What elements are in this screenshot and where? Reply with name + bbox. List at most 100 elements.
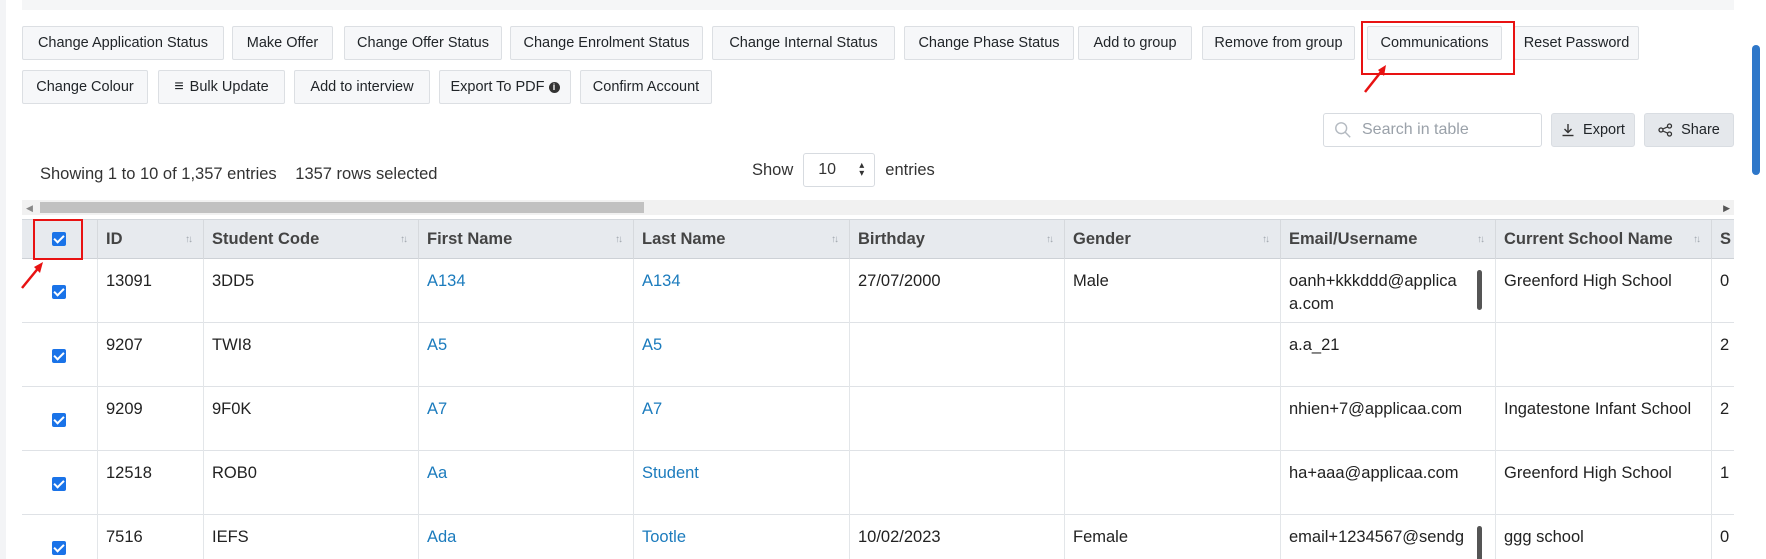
table-search[interactable] <box>1323 113 1542 147</box>
share-button[interactable]: Share <box>1644 113 1734 147</box>
header-next-column[interactable]: S <box>1712 220 1734 259</box>
header-student-code[interactable]: Student Code ↑↓ <box>204 220 419 259</box>
cell-last-name[interactable]: A5 <box>634 323 850 387</box>
cell-next-column: 0 <box>1712 259 1734 323</box>
export-to-pdf-button[interactable]: Export To PDF i <box>439 70 571 104</box>
header-gender[interactable]: Gender ↑↓ <box>1065 220 1281 259</box>
page-vertical-scrollbar[interactable] <box>1752 45 1760 175</box>
cell-id: 9209 <box>98 387 204 451</box>
change-colour-button[interactable]: Change Colour <box>22 70 148 104</box>
confirm-account-button[interactable]: Confirm Account <box>580 70 712 104</box>
download-icon <box>1562 124 1574 137</box>
table-row[interactable]: 9209 9F0K A7 A7 nhien+7@applicaa.com Ingatest… <box>22 387 1734 451</box>
export-button[interactable]: Export <box>1551 113 1635 147</box>
table-row[interactable]: 9207 TWI8 A5 A5 a.a_21 2 <box>22 323 1734 387</box>
remove-from-group-button[interactable]: Remove from group <box>1202 26 1355 60</box>
table-row[interactable]: 13091 3DD5 A134 A134 27/07/2000 Male oanh+kkkd… <box>22 259 1734 323</box>
cell-first-name[interactable]: A5 <box>419 323 634 387</box>
showing-entries-text: Showing 1 to 10 of 1,357 entries <box>40 165 277 183</box>
sort-icon: ↑↓ <box>185 234 193 245</box>
cell-next-column: 0 <box>1712 515 1734 559</box>
header-current-school[interactable]: Current School Name ↑↓ <box>1496 220 1712 259</box>
cell-email: a.a_21 <box>1281 323 1496 387</box>
cell-student-code: TWI8 <box>204 323 419 387</box>
select-all-arrow-icon <box>21 262 43 289</box>
cell-current-school: ggg school <box>1496 515 1712 559</box>
header-last-name[interactable]: Last Name ↑↓ <box>634 220 850 259</box>
cell-last-name[interactable]: Student <box>634 451 850 515</box>
top-panel-edge <box>22 0 1734 10</box>
cell-email: oanh+kkkddd@applicaa.com <box>1281 259 1496 323</box>
cell-current-school: Ingatestone Infant School <box>1496 387 1712 451</box>
reset-password-button[interactable]: Reset Password <box>1514 26 1639 60</box>
cell-first-name[interactable]: Aa <box>419 451 634 515</box>
show-label: Show <box>752 160 794 179</box>
sort-icon: ↑↓ <box>1262 234 1270 245</box>
header-label: Current School Name <box>1504 230 1673 248</box>
cell-gender <box>1065 387 1281 451</box>
row-checkbox[interactable] <box>52 349 66 363</box>
header-label: ID <box>106 230 123 248</box>
make-offer-button[interactable]: Make Offer <box>232 26 333 60</box>
add-to-group-button[interactable]: Add to group <box>1078 26 1192 60</box>
table-horizontal-scrollbar[interactable]: ◀ ▶ <box>22 200 1734 215</box>
change-enrolment-status-button[interactable]: Change Enrolment Status <box>510 26 703 60</box>
change-offer-status-button[interactable]: Change Offer Status <box>344 26 502 60</box>
cell-gender: Male <box>1065 259 1281 323</box>
cell-id: 13091 <box>98 259 204 323</box>
add-to-interview-button[interactable]: Add to interview <box>294 70 430 104</box>
change-internal-status-button[interactable]: Change Internal Status <box>712 26 895 60</box>
header-birthday[interactable]: Birthday ↑↓ <box>850 220 1065 259</box>
cell-first-name[interactable]: A134 <box>419 259 634 323</box>
cell-first-name[interactable]: A7 <box>419 387 634 451</box>
cell-scrollbar[interactable] <box>1477 526 1482 559</box>
change-phase-status-button[interactable]: Change Phase Status <box>904 26 1074 60</box>
cell-select <box>22 515 98 559</box>
header-label: S <box>1720 230 1732 248</box>
rows-selected-text: 1357 rows selected <box>295 165 438 183</box>
header-label: Gender <box>1073 230 1131 248</box>
cell-gender <box>1065 323 1281 387</box>
search-input[interactable] <box>1360 120 1534 140</box>
cell-last-name[interactable]: Tootle <box>634 515 850 559</box>
cell-email: ha+aaa@applicaa.com <box>1281 451 1496 515</box>
header-email[interactable]: Email/Username ↑↓ <box>1281 220 1496 259</box>
cell-student-code: ROB0 <box>204 451 419 515</box>
entries-label: entries <box>885 160 935 179</box>
header-label: Student Code <box>212 230 320 248</box>
row-checkbox[interactable] <box>52 413 66 427</box>
cell-birthday <box>850 387 1065 451</box>
cell-last-name[interactable]: A134 <box>634 259 850 323</box>
header-label: Last Name <box>642 230 726 248</box>
select-arrows-icon: ▴ ▾ <box>859 160 865 179</box>
row-checkbox[interactable] <box>52 285 66 299</box>
bulk-update-button[interactable]: ≡ Bulk Update <box>158 70 285 104</box>
row-checkbox[interactable] <box>52 541 66 555</box>
cell-current-school: Greenford High School <box>1496 451 1712 515</box>
share-icon <box>1658 123 1673 137</box>
scrollbar-thumb[interactable] <box>40 202 644 213</box>
scroll-right-arrow-icon[interactable]: ▶ <box>1723 203 1730 214</box>
cell-id: 9207 <box>98 323 204 387</box>
cell-student-code: 9F0K <box>204 387 419 451</box>
header-id[interactable]: ID ↑↓ <box>98 220 204 259</box>
export-label: Export <box>1583 122 1625 138</box>
cell-email: email+1234567@sendg <box>1281 515 1496 559</box>
table-row[interactable]: 12518 ROB0 Aa Student ha+aaa@applicaa.com Gre… <box>22 451 1734 515</box>
scroll-left-arrow-icon[interactable]: ◀ <box>26 203 33 214</box>
cell-next-column: 2 <box>1712 387 1734 451</box>
cell-email: nhien+7@applicaa.com <box>1281 387 1496 451</box>
cell-birthday <box>850 323 1065 387</box>
bulk-update-label: Bulk Update <box>189 79 269 95</box>
header-first-name[interactable]: First Name ↑↓ <box>419 220 634 259</box>
page-size-select[interactable]: 10 ▴ ▾ <box>803 153 876 187</box>
cell-id: 12518 <box>98 451 204 515</box>
change-application-status-button[interactable]: Change Application Status <box>22 26 224 60</box>
cell-scrollbar[interactable] <box>1477 270 1482 310</box>
header-label: Birthday <box>858 230 925 248</box>
table-info: Showing 1 to 10 of 1,357 entries 1357 ro… <box>40 165 437 184</box>
row-checkbox[interactable] <box>52 477 66 491</box>
cell-last-name[interactable]: A7 <box>634 387 850 451</box>
cell-first-name[interactable]: Ada <box>419 515 634 559</box>
table-row[interactable]: 7516 IEFS Ada Tootle 10/02/2023 Female email+1… <box>22 515 1734 559</box>
